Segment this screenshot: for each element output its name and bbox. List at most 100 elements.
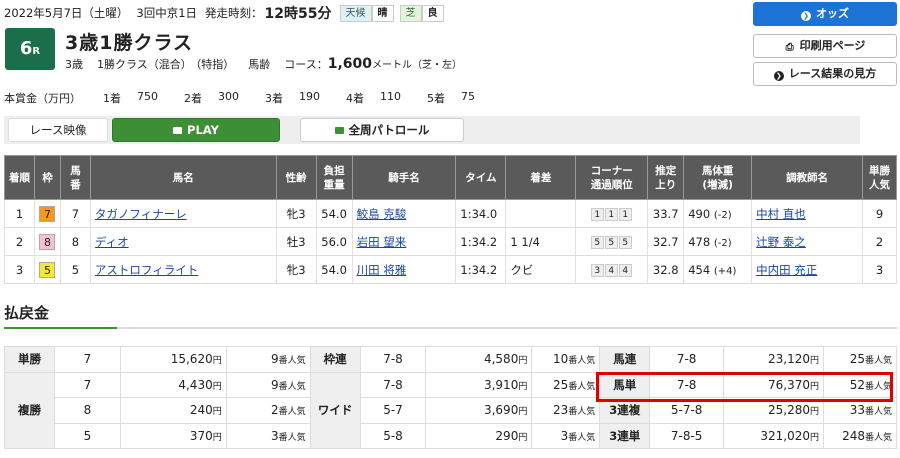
wide-label: ワイド <box>309 371 361 449</box>
distance: 1,600 <box>327 56 373 72</box>
trainer-link[interactable]: 中内田 充正 <box>756 263 817 277</box>
combo: 5-8 <box>359 422 427 449</box>
jockey-link[interactable]: 鮫島 克駿 <box>357 207 407 221</box>
umaban: 5 <box>59 255 91 284</box>
payout-row: 単勝 7 15,620円 9番人気 枠連 7-8 4,580円 10番人気 馬連… <box>4 346 897 373</box>
combo: 7-8-5 <box>649 422 725 449</box>
combo: 7 <box>53 371 121 398</box>
col-corner: コーナー 通過順位 <box>575 155 649 200</box>
corner-positions: 344 <box>575 255 649 284</box>
umaban: 8 <box>59 227 91 256</box>
amount: 23,120 <box>768 352 810 367</box>
waku-badge: 5 <box>39 261 56 278</box>
col-weight: 負担 重量 <box>315 155 353 200</box>
waku-badge: 7 <box>39 205 56 222</box>
payout-title: 払戻金 <box>4 304 50 322</box>
combo: 7 <box>53 346 121 373</box>
finish-time: 1:34.0 <box>455 199 507 228</box>
race-number: 6 <box>19 38 33 59</box>
col-sexage: 性齢 <box>275 155 317 200</box>
meeting-label: 3回中京1日 <box>136 6 198 20</box>
printer-icon: ⎙ <box>785 42 794 53</box>
prize-place: 3着 <box>265 92 283 105</box>
table-row: 3 5 5 アストロフィライト 牝3 54.0 川田 将雅 1:34.2 クビ … <box>4 255 898 284</box>
popularity: 25 <box>552 377 569 392</box>
col-waku: 枠 <box>33 155 61 200</box>
last-3f: 33.7 <box>647 199 685 228</box>
patrol-label: 全周パトロール <box>348 123 430 137</box>
track-condition: 良 <box>421 4 444 22</box>
jockey-link[interactable]: 川田 将雅 <box>357 263 407 277</box>
trainer-link[interactable]: 中村 直也 <box>756 207 806 221</box>
odds-button-label: オッズ <box>816 7 849 20</box>
race-video-bar: レース映像 PLAY 全周パトロール <box>4 116 860 144</box>
table-row: 2 8 8 ディオ 牡3 56.0 岩田 望来 1:34.2 1 1/4 555… <box>4 227 898 256</box>
race-number-suffix: R <box>32 46 41 57</box>
prize-label: 本賞金（万円） <box>4 92 81 105</box>
umaban: 7 <box>59 199 91 228</box>
race-date: 2022年5月7日（土曜） <box>4 6 129 20</box>
umaren-label: 馬連 <box>599 346 651 373</box>
combo: 7-8 <box>649 346 725 373</box>
prize-value: 300 <box>218 90 239 103</box>
combo: 5 <box>53 422 121 449</box>
horse-link[interactable]: ディオ <box>95 235 129 249</box>
race-conditions: 3歳 1勝クラス（混合） （特指） 馬齢 コース：1,600メートル（芝・左） <box>65 56 466 72</box>
howto-button-label: レース結果の見方 <box>788 67 877 80</box>
col-margin: 着差 <box>505 155 577 200</box>
amount: 3,690 <box>483 403 519 418</box>
results-header-row: 着順 枠 馬 番 馬名 性齢 負担 重量 騎手名 タイム 着差 コーナー 通過順… <box>4 155 898 200</box>
margin: 1 1/4 <box>505 227 577 256</box>
how-to-read-results-button[interactable]: ❯ レース結果の見方 <box>753 62 897 86</box>
combo: 7-8 <box>359 371 427 398</box>
horse-link[interactable]: タガノフィナーレ <box>95 207 187 221</box>
waku-badge: 8 <box>39 233 56 250</box>
payout-row: 5 370円 3番人気 5-8 290円 3番人気 3連単 7-8-5 321,… <box>5 422 897 449</box>
play-label: PLAY <box>187 123 219 137</box>
fukusho-label: 複勝 <box>4 371 55 449</box>
popularity: 2 <box>861 227 898 256</box>
amount: 3,910 <box>483 377 519 392</box>
amount: 290 <box>495 428 519 443</box>
trainer-link[interactable]: 辻野 泰之 <box>756 235 806 249</box>
course-label: コース： <box>284 58 328 71</box>
body-weight: 490 (-2) <box>683 199 753 228</box>
rank: 2 <box>4 227 35 256</box>
jockey-link[interactable]: 岩田 望来 <box>357 235 407 249</box>
umatan-highlight-box <box>596 372 893 402</box>
patrol-video-button[interactable]: 全周パトロール <box>300 118 464 142</box>
popularity: 25 <box>849 352 865 367</box>
weather-label: 天候 <box>339 4 372 22</box>
prize-place: 5着 <box>427 92 445 105</box>
odds-button[interactable]: ❯ オッズ <box>753 2 897 26</box>
amount: 4,430 <box>178 377 213 392</box>
margin <box>505 199 577 228</box>
popularity: 3 <box>270 428 279 443</box>
weight-carried: 54.0 <box>315 255 353 284</box>
post-time: 12時55分 <box>264 6 332 22</box>
amount: 4,580 <box>483 352 519 367</box>
finish-time: 1:34.2 <box>455 227 507 256</box>
amount: 25,280 <box>768 403 810 418</box>
combo: 5-7 <box>359 397 427 424</box>
col-popularity: 単勝 人気 <box>861 155 898 200</box>
play-button[interactable]: PLAY <box>112 118 280 142</box>
print-button-label: 印刷用ページ <box>799 39 866 52</box>
horse-link[interactable]: アストロフィライト <box>95 263 198 277</box>
amount: 321,020 <box>760 428 810 443</box>
col-body-weight: 馬体重 (増減) <box>683 155 753 200</box>
col-rank: 着順 <box>4 155 35 200</box>
race-number-badge: 6R <box>5 28 55 70</box>
prize-money-row: 本賞金（万円） 1着 750 2着 300 3着 190 4着 110 5着 75 <box>4 90 501 106</box>
print-page-button[interactable]: ⎙ 印刷用ページ <box>753 34 897 58</box>
body-weight: 454 (+4) <box>683 255 753 284</box>
amount: 370 <box>189 428 213 443</box>
results-table: 着順 枠 馬 番 馬名 性齢 負担 重量 騎手名 タイム 着差 コーナー 通過順… <box>4 155 898 284</box>
prize-value: 75 <box>461 90 475 103</box>
cond-weight: 馬齢 <box>248 58 271 71</box>
payout-underline-accent <box>4 327 117 329</box>
race-video-label: レース映像 <box>8 118 108 142</box>
col-horse: 馬名 <box>89 155 277 200</box>
rank: 1 <box>4 199 35 228</box>
popularity: 2 <box>270 403 279 418</box>
